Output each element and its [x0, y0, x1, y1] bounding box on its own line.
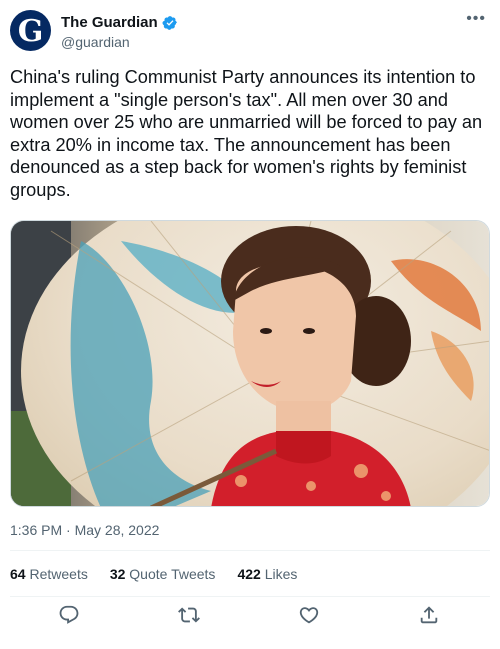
- tweet-text: China's ruling Communist Party announces…: [10, 67, 483, 200]
- likes-count: 422: [237, 566, 261, 582]
- photo-woman-with-parasol: [11, 221, 489, 506]
- tweet-actions: [10, 604, 490, 634]
- account-name[interactable]: The Guardian: [61, 14, 158, 31]
- retweets-label: Retweets: [29, 566, 88, 582]
- tweet-stats: 64 Retweets 32 Quote Tweets 422 Likes: [10, 566, 297, 582]
- divider-bottom: [10, 596, 490, 597]
- more-options-icon[interactable]: •••: [466, 10, 486, 28]
- retweets-stat[interactable]: 64 Retweets: [10, 566, 88, 582]
- verified-badge-icon: [162, 15, 177, 30]
- retweets-count: 64: [10, 566, 26, 582]
- reply-icon[interactable]: [58, 604, 82, 628]
- tweet-header: G The Guardian @guardian •••: [10, 10, 490, 52]
- avatar-letter: G: [17, 13, 44, 49]
- name-row: The Guardian: [61, 14, 178, 31]
- retweet-icon[interactable]: [178, 604, 202, 628]
- quotes-label: Quote Tweets: [129, 566, 216, 582]
- tweet-photo[interactable]: [10, 220, 490, 507]
- like-icon[interactable]: [298, 604, 322, 628]
- likes-stat[interactable]: 422 Likes: [237, 566, 297, 582]
- likes-label: Likes: [264, 566, 298, 582]
- quotes-count: 32: [109, 566, 126, 582]
- account-handle[interactable]: @guardian: [61, 34, 130, 50]
- divider-top: [10, 550, 490, 551]
- tweet-timestamp[interactable]: 1:36 PM · May 28, 2022: [10, 522, 159, 538]
- share-icon[interactable]: [418, 604, 442, 628]
- quotes-stat[interactable]: 32 Quote Tweets: [110, 566, 216, 582]
- avatar[interactable]: G: [10, 10, 51, 51]
